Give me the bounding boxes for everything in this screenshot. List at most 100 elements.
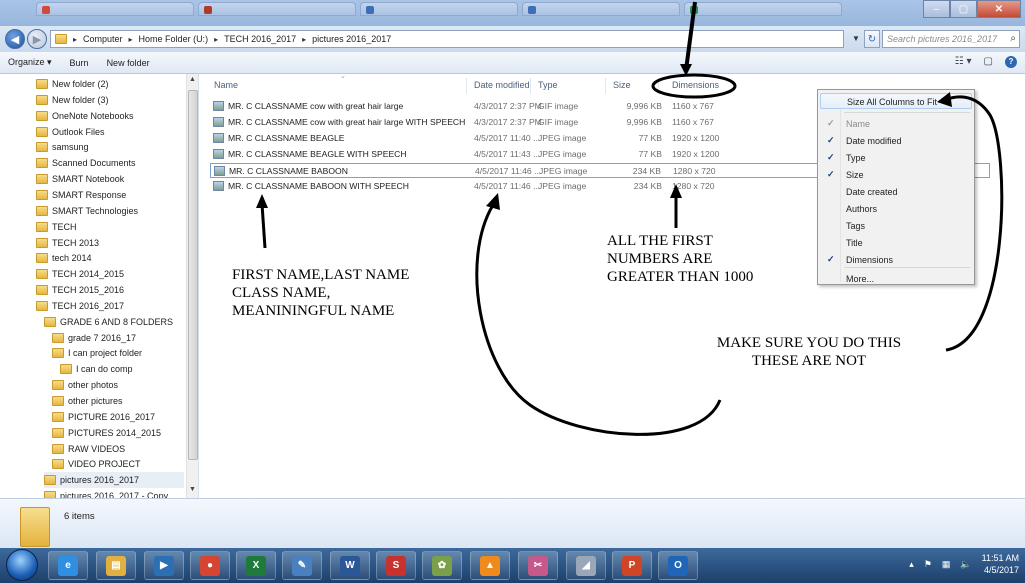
nav-tree-item[interactable]: PICTURES 2014_2015 (52, 425, 184, 441)
nav-tree-item[interactable]: VIDEO PROJECT (52, 456, 184, 472)
nav-tree-item-label: other pictures (68, 396, 123, 406)
menu-item[interactable]: Authors (820, 201, 972, 217)
nav-tree-item[interactable]: I can do comp (60, 361, 184, 377)
menu-item[interactable]: Size All Columns to Fit (820, 93, 972, 109)
browser-tab[interactable] (36, 2, 194, 16)
maximize-button[interactable]: ▢ (950, 0, 977, 18)
nav-tree-item[interactable]: samsung (36, 139, 184, 155)
nav-tree-item[interactable]: SMART Response (36, 187, 184, 203)
minimize-button[interactable]: – (923, 0, 950, 18)
menu-item[interactable]: Tags (820, 218, 972, 234)
back-button[interactable]: ◀ (5, 29, 25, 49)
scrollbar-thumb[interactable] (188, 90, 198, 460)
taskbar-app-button[interactable]: P (612, 551, 652, 580)
nav-tree-item[interactable]: TECH 2015_2016 (36, 282, 184, 298)
breadcrumb-home-folder[interactable]: Home Folder (U:) (139, 34, 209, 44)
details-pane: 6 items (0, 498, 1025, 548)
nav-tree-item[interactable]: OneNote Notebooks (36, 108, 184, 124)
taskbar-app-button[interactable]: e (48, 551, 88, 580)
nav-tree-item[interactable]: tech 2014 (36, 250, 184, 266)
tray-expand-icon[interactable]: ▴ (909, 559, 914, 570)
image-file-icon (213, 101, 224, 111)
new-folder-button[interactable]: New folder (107, 58, 150, 68)
nav-tree-item[interactable]: grade 7 2016_17 (52, 330, 184, 346)
menu-item: ✓ Name (820, 116, 972, 132)
taskbar-app-button[interactable]: ● (190, 551, 230, 580)
nav-tree-item[interactable]: New folder (2) (36, 76, 184, 92)
nav-tree-item[interactable]: New folder (3) (36, 92, 184, 108)
flag-icon[interactable]: ⚑ (924, 559, 932, 570)
nav-tree-item[interactable]: GRADE 6 AND 8 FOLDERS (44, 314, 184, 330)
column-header-size[interactable]: Size (613, 80, 631, 90)
taskbar-app-button[interactable]: ▶ (144, 551, 184, 580)
forward-button[interactable]: ▶ (27, 29, 47, 49)
taskbar-app-button[interactable]: S (376, 551, 416, 580)
taskbar-app-button[interactable]: W (330, 551, 370, 580)
folder-icon (36, 205, 48, 216)
nav-tree-item[interactable]: I can project folder (52, 345, 184, 361)
menu-item[interactable]: ✓ Size (820, 167, 972, 183)
nav-tree-item[interactable]: other photos (52, 377, 184, 393)
taskbar-app-button[interactable]: ▲ (470, 551, 510, 580)
nav-tree-item-label: TECH 2016_2017 (52, 300, 125, 311)
refresh-button[interactable]: ↻ (864, 30, 880, 48)
search-input[interactable]: Search pictures 2016_2017 ⌕ (882, 30, 1020, 48)
browser-tab[interactable] (522, 2, 680, 16)
column-header-dimensions[interactable]: Dimensions (672, 80, 719, 90)
navigation-scrollbar[interactable]: ▲ ▼ (186, 74, 198, 498)
menu-item[interactable]: ✓ Dimensions (820, 252, 972, 268)
search-icon[interactable]: ⌕ (1010, 33, 1016, 44)
taskbar-app-button[interactable]: O (658, 551, 698, 580)
breadcrumb-tech-2016[interactable]: TECH 2016_2017 (224, 34, 296, 44)
browser-tab[interactable] (198, 2, 356, 16)
nav-tree-item[interactable]: RAW VIDEOS (52, 441, 184, 457)
nav-tree-item[interactable]: Scanned Documents (36, 155, 184, 171)
media-player-icon: ▶ (154, 555, 174, 576)
help-icon[interactable]: ? (1005, 56, 1017, 68)
browser-tab[interactable] (360, 2, 518, 16)
breadcrumb-computer[interactable]: Computer (83, 34, 123, 44)
browser-tab[interactable] (684, 2, 842, 16)
burn-button[interactable]: Burn (70, 58, 89, 68)
scroll-down-icon[interactable]: ▼ (189, 486, 196, 493)
taskbar-app-button[interactable]: X (236, 551, 276, 580)
nav-tree-item[interactable]: PICTURE 2016_2017 (52, 409, 184, 425)
menu-item[interactable]: More... (820, 271, 972, 287)
menu-item[interactable]: ✓ Type (820, 150, 972, 166)
organize-button[interactable]: Organize ▾ (8, 57, 52, 68)
clock[interactable]: 11:51 AM 4/5/2017 (982, 552, 1019, 576)
taskbar-app-button[interactable]: ✿ (422, 551, 462, 580)
nav-tree-item[interactable]: TECH (36, 219, 184, 235)
nav-tree-item[interactable]: TECH 2013 (36, 235, 184, 251)
start-button[interactable] (6, 549, 38, 581)
menu-item[interactable]: Date created (820, 184, 972, 200)
volume-icon[interactable]: 🔈 (960, 559, 971, 570)
taskbar-app-button[interactable]: ✎ (282, 551, 322, 580)
preview-pane-icon[interactable]: ▢ (984, 56, 993, 68)
view-options-icon[interactable]: ☷ ▾ (955, 56, 972, 68)
nav-tree-item[interactable]: Outlook Files (36, 124, 184, 140)
column-header-date[interactable]: Date modified (474, 80, 530, 90)
nav-tree-item[interactable]: SMART Technologies (36, 203, 184, 219)
nav-tree-item[interactable]: TECH 2014_2015 (36, 266, 184, 282)
network-icon[interactable]: ▦ (942, 559, 951, 570)
breadcrumb-pictures[interactable]: pictures 2016_2017 (312, 34, 391, 44)
close-button[interactable]: ✕ (977, 0, 1021, 18)
nav-tree-item[interactable]: TECH 2016_2017 (36, 298, 184, 314)
nav-tree-item[interactable]: other pictures (52, 393, 184, 409)
scroll-up-icon[interactable]: ▲ (189, 76, 196, 83)
taskbar-app-button[interactable]: ✂ (518, 551, 558, 580)
nav-tree-item[interactable]: pictures 2016_2017 (44, 472, 184, 489)
address-bar[interactable]: ▸ Computer ▸ Home Folder (U:) ▸ TECH 201… (50, 30, 844, 48)
menu-item[interactable]: Title (820, 235, 972, 251)
refresh-icon: ↻ (867, 33, 877, 45)
taskbar-app-button[interactable]: ▤ (96, 551, 136, 580)
folder-icon (36, 94, 48, 105)
menu-item[interactable]: ✓ Date modified (820, 133, 972, 149)
address-history-dropdown[interactable]: ▼ (852, 34, 860, 43)
taskbar-app-button[interactable]: ◢ (566, 551, 606, 580)
column-header-type[interactable]: Type (538, 80, 558, 90)
nav-tree-item[interactable]: pictures 2016_2017 - Copy (44, 488, 184, 498)
nav-tree-item[interactable]: SMART Notebook (36, 171, 184, 187)
column-header-name[interactable]: Name (214, 80, 238, 90)
